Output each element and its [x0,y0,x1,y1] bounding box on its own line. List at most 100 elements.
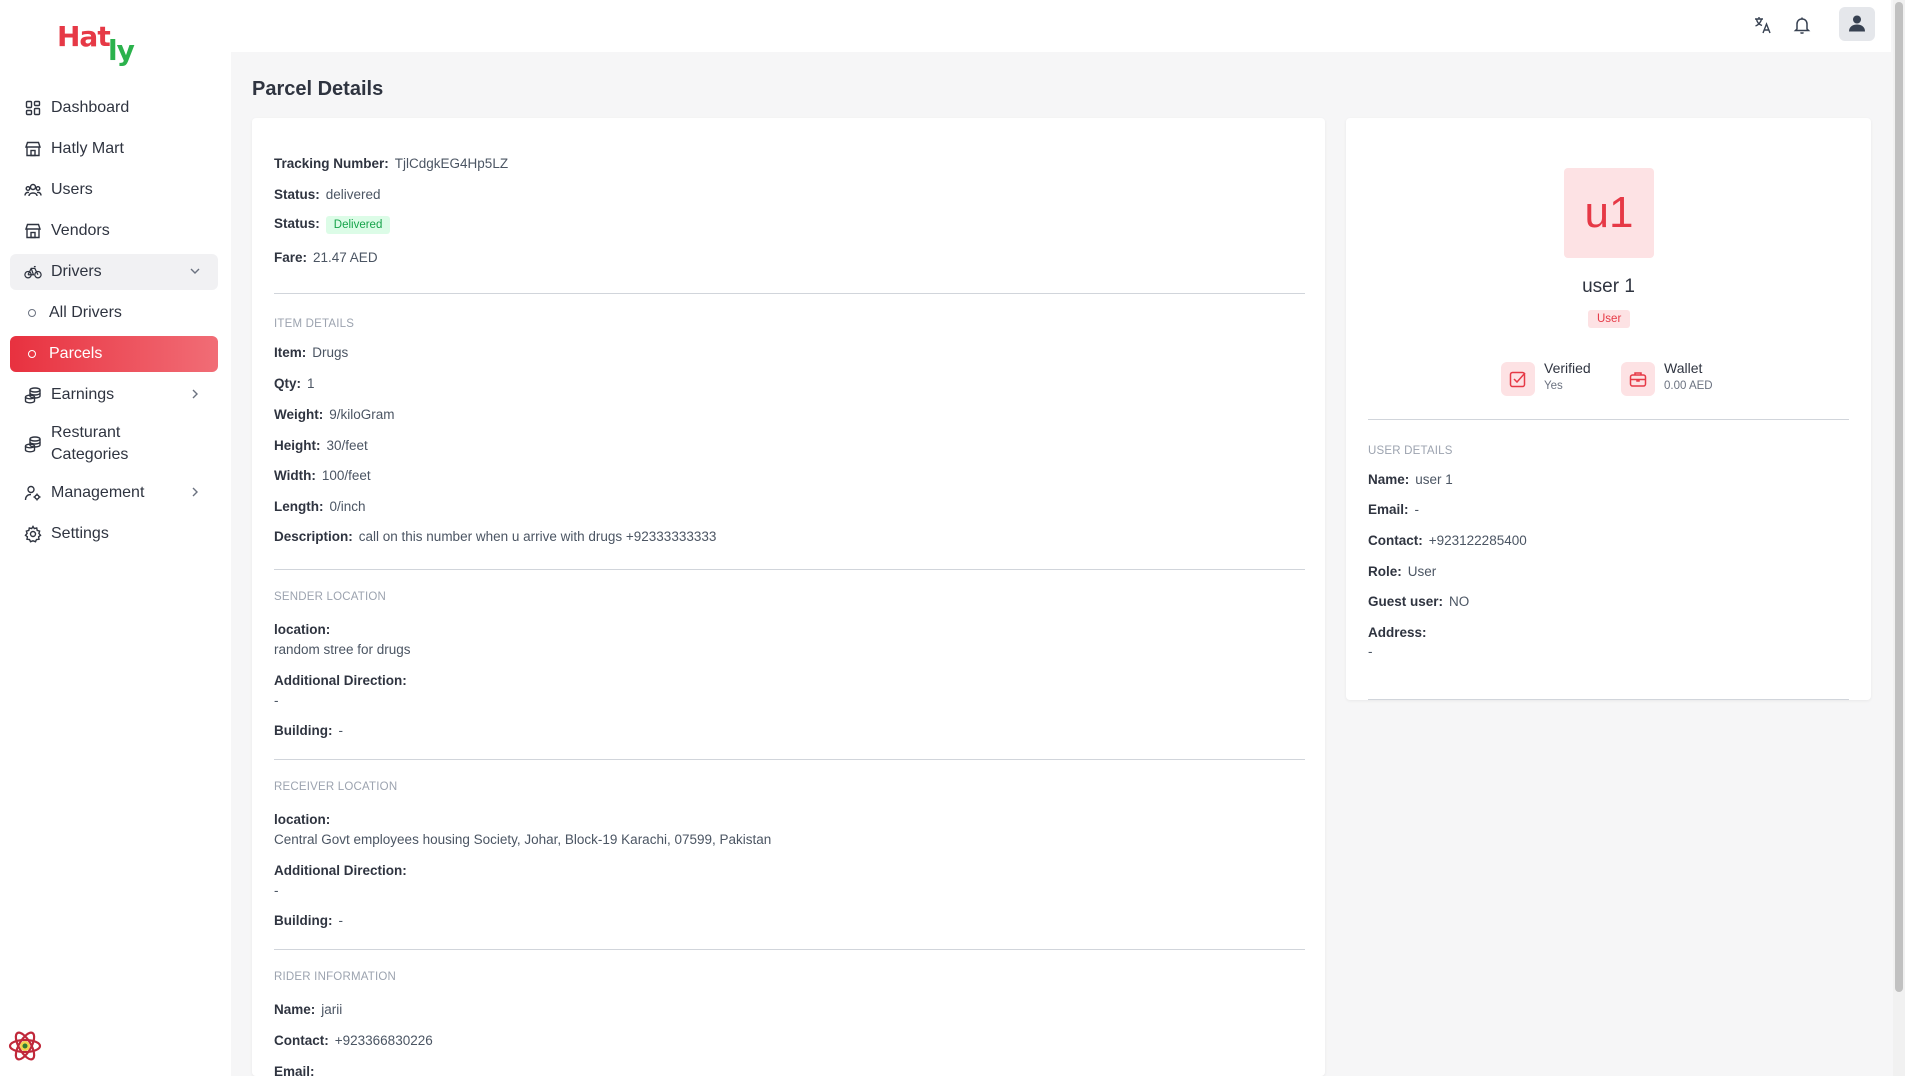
circle-bullet-icon [28,350,36,358]
sidebar-item-drivers[interactable]: Drivers [10,254,218,290]
field-label: Building: [274,913,333,928]
weight-row: Weight: 9/kiloGram [274,407,395,422]
qty-value: 1 [307,376,315,391]
store-icon [24,222,42,240]
logo-text-ly: ly [108,34,135,67]
rider-contact-row: Contact: +923366830226 [274,1033,433,1048]
profile-menu-button[interactable] [1839,7,1875,41]
chevron-down-icon [188,264,202,278]
coins-icon [24,386,42,404]
sidebar-item-all-drivers[interactable]: All Drivers [10,295,218,331]
rider-name-row: Name: jarii [274,1002,342,1017]
divider [274,293,1305,294]
sidebar-item-management[interactable]: Management [10,475,218,511]
coins-icon [24,435,42,453]
user-cog-icon [24,484,42,502]
sidebar-item-settings[interactable]: Settings [10,516,218,552]
sender-location-label: location: [274,622,336,637]
sidebar-item-label: Users [51,181,93,198]
role-badge: User [1588,310,1631,328]
verified-stat: Verified Yes [1501,360,1591,396]
tracking-number-value: TjlCdgkEG4Hp5LZ [394,156,509,171]
divider [274,759,1305,760]
react-devtools-icon[interactable] [6,1029,44,1063]
receiver-building-value: - [338,913,343,928]
sidebar-item-vendors[interactable]: Vendors [10,213,218,249]
sidebar-item-label: Parcels [49,345,103,362]
sidebar: Hat ly Dashboard Hatly Mart Users Vendor… [0,0,231,1076]
height-value: 30/feet [326,438,368,453]
field-label: Description: [274,529,353,544]
wallet-stat: Wallet 0.00 AED [1621,360,1713,396]
address-value: - [1368,644,1373,659]
receiver-location-value: Central Govt employees housing Society, … [274,832,772,847]
status-badge-row: Status: Delivered [274,216,391,234]
users-icon [24,181,42,199]
sidebar-item-label: Earnings [51,386,115,403]
guest-user-row: Guest user: NO [1368,594,1469,609]
sidebar-item-label: Vendors [51,222,110,239]
field-label: Name: [274,1002,316,1017]
field-label: Width: [274,468,316,483]
scrollbar-thumb[interactable] [1895,2,1903,992]
length-value: 0/inch [329,499,366,514]
status-row: Status: delivered [274,187,381,202]
sidebar-item-hatly-mart[interactable]: Hatly Mart [10,131,218,167]
sender-location-value: random stree for drugs [274,642,411,657]
field-label: Email: [274,1064,315,1076]
user-role-row: Role: User [1368,564,1436,579]
receiver-location-label: location: [274,812,336,827]
field-label: Status: [274,216,320,231]
sidebar-item-earnings[interactable]: Earnings [10,377,218,413]
address-label-row: Address: [1368,625,1433,640]
rider-information-heading: RIDER INFORMATION [274,971,397,983]
user-contact-row: Contact: +923122285400 [1368,533,1527,548]
status-badge: Delivered [325,216,391,234]
rider-contact-value: +923366830226 [334,1033,433,1048]
sidebar-item-dashboard[interactable]: Dashboard [10,90,218,126]
rider-name-value: jarii [321,1002,343,1017]
field-label: Contact: [1368,533,1423,548]
checkbox-checked-icon [1501,362,1535,396]
page-scrollbar[interactable] [1893,0,1905,1076]
field-label: Role: [1368,564,1402,579]
user-details-heading: USER DETAILS [1368,445,1453,457]
tracking-number-row: Tracking Number: TjlCdgkEG4Hp5LZ [274,156,508,171]
verified-label: Verified [1544,360,1591,376]
hatly-logo[interactable]: Hat ly [57,18,147,70]
sidebar-item-label: Settings [51,525,109,542]
sender-location-heading: SENDER LOCATION [274,591,387,603]
sidebar-item-parcels[interactable]: Parcels [10,336,218,372]
receiver-direction-value: - [274,883,279,898]
bicycle-icon [24,263,42,281]
height-row: Height: 30/feet [274,438,368,453]
translate-icon[interactable] [1751,13,1775,37]
topbar [231,0,1891,52]
user-name-row: Name: user 1 [1368,472,1453,487]
chevron-right-icon [188,485,202,499]
field-label: Building: [274,723,333,738]
user-email-row: Email: - [1368,502,1419,517]
item-row: Item: Drugs [274,345,348,360]
gear-icon [24,525,42,543]
divider [274,949,1305,950]
sidebar-nav: Dashboard Hatly Mart Users Vendors Drive… [10,90,218,557]
qty-row: Qty: 1 [274,376,315,391]
sidebar-item-label: All Drivers [49,304,122,321]
field-label: Email: [1368,502,1409,517]
user-name: user 1 [1582,276,1635,297]
store-icon [24,140,42,158]
receiver-location-heading: RECEIVER LOCATION [274,781,398,793]
status-value: delivered [325,187,381,202]
field-label: Additional Direction: [274,673,407,688]
user-avatar-icon [1847,13,1867,36]
wallet-value: 0.00 AED [1664,380,1713,392]
length-row: Length: 0/inch [274,499,366,514]
sidebar-item-resturant-categories[interactable]: Resturant Categories [10,418,218,470]
bell-icon[interactable] [1790,13,1814,37]
divider [274,569,1305,570]
weight-value: 9/kiloGram [329,407,395,422]
sidebar-item-users[interactable]: Users [10,172,218,208]
page-title: Parcel Details [252,78,384,100]
field-label: Status: [274,187,320,202]
